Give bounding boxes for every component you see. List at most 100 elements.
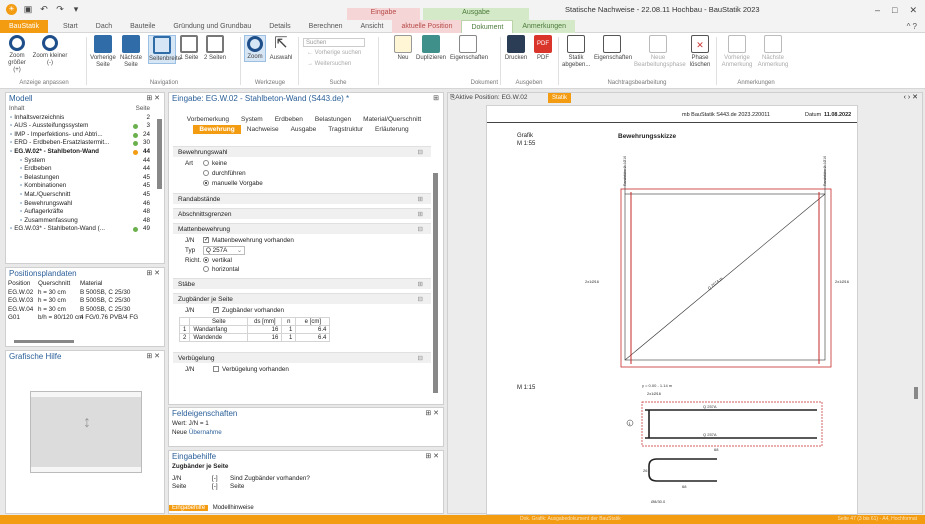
close-button[interactable]: ✕	[909, 5, 917, 16]
delete-phase-button[interactable]: ✕ Phase löschen	[688, 35, 712, 69]
list-item[interactable]: ▫ Auflagerkräfte 48	[6, 208, 164, 217]
posplan-scrollbar[interactable]	[14, 340, 74, 343]
list-item[interactable]: ▫ Erdbeben 44	[6, 165, 164, 174]
section-verbuegelung[interactable]: Verbügelung ⊟	[173, 352, 431, 363]
search-next-button[interactable]: → Weitersuchen	[307, 61, 351, 67]
zoom-in-button[interactable]: Zoom größer (+)	[4, 35, 30, 74]
tab-dach[interactable]: Dach	[87, 20, 121, 33]
table-cell[interactable]: Wandanfang	[189, 325, 249, 334]
tab-erlaeuterung[interactable]: Erläuterung	[369, 125, 415, 134]
tab-nachweise[interactable]: Nachweise	[241, 125, 285, 134]
properties-button[interactable]: Eigenschaften	[450, 35, 488, 62]
duplicate-button[interactable]: Duplizieren	[414, 35, 448, 62]
tab-gruendung[interactable]: Gründung und Grundbau	[164, 20, 260, 33]
prev-page-button[interactable]: Vorherige Seite	[90, 35, 116, 69]
input-scrollbar[interactable]	[433, 173, 438, 393]
table-row[interactable]: EG.W.04 h = 30 cm B 500SB, C 25/30	[6, 306, 164, 315]
table-row[interactable]: EG.W.02 h = 30 cm B 500SB, C 25/30	[6, 289, 164, 298]
prev-note-button[interactable]: Vorherige Anmerkung	[720, 35, 754, 69]
list-item[interactable]: ▫ System 44	[6, 157, 164, 166]
matten-checkbox[interactable]: ✓ Mattenbewehrung vorhanden	[203, 237, 294, 244]
table-cell[interactable]: 6.4	[295, 333, 331, 342]
tab-ausgabe[interactable]: Ausgabe	[285, 125, 323, 134]
table-cell[interactable]: 6.4	[295, 325, 331, 334]
table-cell[interactable]: 16	[247, 325, 283, 334]
search-prev-button[interactable]: ← Vorherige suchen	[307, 50, 361, 56]
maximize-button[interactable]: □	[892, 5, 897, 16]
list-item[interactable]: ▫ EG.W.02* - Stahlbeton-Wand 44	[6, 147, 164, 157]
minimize-button[interactable]: –	[875, 5, 880, 16]
table-cell[interactable]: 1	[281, 333, 297, 342]
radio-horizontal[interactable]: horizontal	[203, 266, 239, 273]
preview-scrollbar[interactable]	[914, 387, 918, 399]
tab-material[interactable]: Material/Querschnitt	[357, 115, 427, 124]
tab-bauteile[interactable]: Bauteile	[121, 20, 164, 33]
pdf-button[interactable]: PDF PDF	[532, 35, 554, 62]
print-button[interactable]: Drucken	[504, 35, 528, 62]
select-tool-button[interactable]: ⇱ Auswahl	[268, 35, 294, 62]
tab-ansicht[interactable]: Ansicht	[352, 20, 393, 33]
next-note-button[interactable]: Nächste Anmerkung	[756, 35, 790, 69]
radio-keine[interactable]: keine	[203, 160, 227, 167]
pin-icon[interactable]: ⊞ ✕	[425, 451, 439, 463]
page-width-button[interactable]: Seitenbreite	[148, 35, 181, 64]
radio-durchfuehren[interactable]: durchführen	[203, 170, 246, 177]
pin-icon[interactable]: ⊞ ✕	[146, 93, 160, 105]
tab-dokument[interactable]: Dokument	[461, 20, 514, 33]
submit-statik-button[interactable]: Statik abgeben...	[562, 35, 590, 69]
tab-belastungen[interactable]: Belastungen	[309, 115, 357, 124]
collapse-ribbon-icon[interactable]: ^ ?	[907, 22, 917, 31]
save-icon[interactable]: ▣	[23, 4, 33, 15]
preview-tab-statik[interactable]: Statik	[548, 93, 572, 103]
model-scrollbar[interactable]	[157, 119, 162, 189]
tab-vorbemerkung[interactable]: Vorbemerkung	[181, 115, 235, 124]
typ-select[interactable]: Q 257A ⌄	[203, 246, 245, 255]
tab-aktuelle-position[interactable]: aktuelle Position	[392, 20, 462, 33]
search-input[interactable]: Suchen	[303, 38, 365, 47]
tab-eingabehilfe[interactable]: Eingabehilfe	[169, 505, 209, 511]
tab-baustatik[interactable]: BauStatik	[0, 20, 48, 33]
table-cell[interactable]: 16	[247, 333, 283, 342]
tab-berechnen[interactable]: Berechnen	[300, 20, 352, 33]
two-pages-button[interactable]: 2 Seiten	[202, 35, 228, 62]
section-mattenbewehrung[interactable]: Mattenbewehrung ⊟	[173, 223, 431, 234]
table-row[interactable]: 2 Wandende 16 1 6.4	[178, 333, 331, 342]
list-item[interactable]: ▫ Belastungen 45	[6, 174, 164, 183]
list-item[interactable]: ▫ Bewehrungswahl 46	[6, 200, 164, 209]
list-item[interactable]: ▫ IMP - Imperfektions- und Abtri... 24	[6, 131, 164, 140]
section-staebe[interactable]: Stäbe ⊞	[173, 278, 431, 289]
redo-icon[interactable]: ↷	[55, 4, 65, 15]
pin-icon[interactable]: ⊞ ✕	[425, 408, 439, 420]
undo-icon[interactable]: ↶	[39, 4, 49, 15]
tab-details[interactable]: Details	[260, 20, 299, 33]
tab-system[interactable]: System	[235, 115, 269, 124]
verbuegelung-checkbox[interactable]: Verbügelung vorhanden	[213, 366, 289, 373]
tab-start[interactable]: Start	[54, 20, 87, 33]
table-row[interactable]: 1 Wandanfang 16 1 6.4	[178, 325, 331, 334]
table-cell[interactable]: Wandende	[189, 333, 249, 342]
table-row[interactable]: EG.W.03 h = 30 cm B 500SB, C 25/30	[6, 297, 164, 306]
tab-tragstruktur[interactable]: Tragstruktur	[322, 125, 369, 134]
section-zugbaender[interactable]: Zugbänder je Seite ⊟	[173, 293, 431, 304]
list-item[interactable]: ▫ Mat./Querschnitt 45	[6, 191, 164, 200]
pin-icon[interactable]: ⊞ ✕	[146, 351, 160, 363]
section-bewehrungswahl[interactable]: Bewehrungswahl ⊟	[173, 146, 431, 157]
zoom-out-button[interactable]: Zoom kleiner (-)	[32, 35, 68, 67]
pin-icon[interactable]: ⊞	[433, 93, 439, 105]
section-abschnittsgrenzen[interactable]: Abschnittsgrenzen ⊞	[173, 208, 431, 219]
list-item[interactable]: ▫ Inhaltsverzeichnis 2	[6, 114, 164, 123]
uebernahme-link[interactable]: Übernahme	[189, 429, 222, 436]
zoom-tool-button[interactable]: Zoom	[244, 35, 266, 62]
preview-nav-icon[interactable]: ‹ › ✕	[904, 93, 918, 101]
table-cell[interactable]: 1	[281, 325, 297, 334]
radio-vertikal[interactable]: vertikal	[203, 257, 232, 264]
list-item[interactable]: ▫ EG.W.03* - Stahlbeton-Wand (... 49	[6, 225, 164, 234]
new-button[interactable]: Neu	[394, 35, 412, 62]
list-item[interactable]: ▫ ERD - Erdbeben-Ersatzlastermit... 30	[6, 139, 164, 148]
tab-bewehrung[interactable]: Bewehrung	[193, 125, 241, 134]
tab-erdbeben[interactable]: Erdbeben	[269, 115, 309, 124]
pin-icon[interactable]: ⊞ ✕	[146, 268, 160, 280]
zugbaender-checkbox[interactable]: ✓ Zugbänder vorhanden	[213, 307, 284, 314]
tab-modellhinweise[interactable]: Modellhinweise	[210, 505, 257, 511]
section-randabstaende[interactable]: Randabstände ⊞	[173, 193, 431, 204]
